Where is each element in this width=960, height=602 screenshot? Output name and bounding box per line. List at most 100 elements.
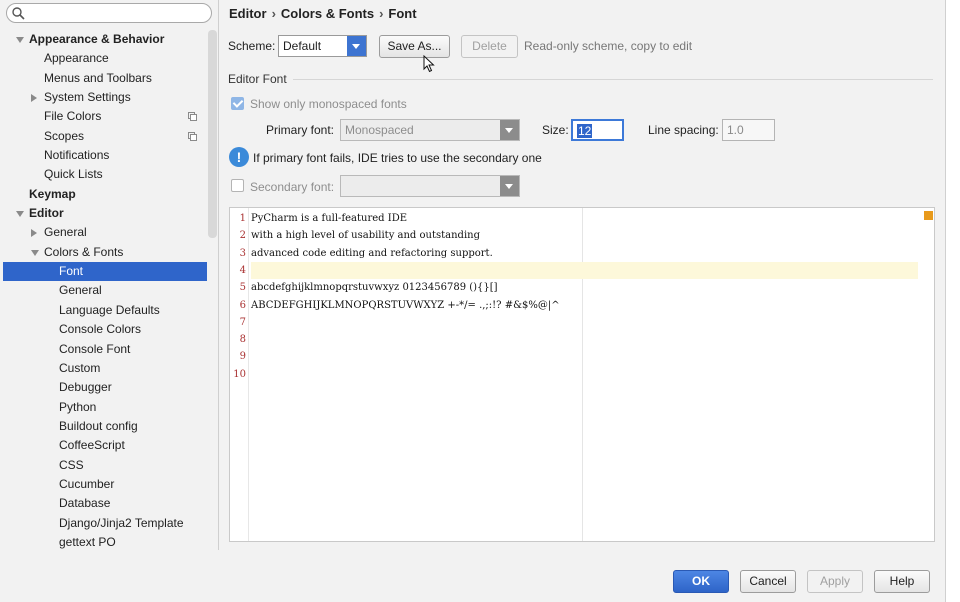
chevron-down-icon xyxy=(500,120,519,140)
sidebar-item[interactable]: Debugger xyxy=(0,378,207,397)
line-number: 9 xyxy=(239,351,246,363)
sidebar-item-label: Cucumber xyxy=(59,476,115,491)
breadcrumb-separator: › xyxy=(271,6,276,21)
settings-tree[interactable]: Appearance & Behavior Appearance Menus and… xyxy=(0,30,207,552)
apply-button[interactable]: Apply xyxy=(807,570,863,593)
info-text: If primary font fails, IDE tries to use … xyxy=(253,151,542,165)
sidebar-item[interactable]: Cucumber xyxy=(0,475,207,494)
breadcrumb-separator: › xyxy=(379,6,384,21)
code-line[interactable]: with a high level of usability and outst… xyxy=(251,227,918,244)
delete-button[interactable]: Delete xyxy=(461,35,518,58)
sidebar-item[interactable]: Console Colors xyxy=(0,320,207,339)
sidebar-item[interactable]: Database xyxy=(0,494,207,513)
chevron-down-icon xyxy=(347,36,366,56)
code-line[interactable]: PyCharm is a full-featured IDE xyxy=(251,210,918,227)
sidebar-item-label: Custom xyxy=(59,360,101,375)
sidebar-item[interactable]: Menus and Toolbars xyxy=(0,69,207,88)
sidebar-item[interactable]: Editor xyxy=(0,204,207,223)
sidebar-item[interactable]: Python xyxy=(0,398,207,417)
sidebar-item-label: CoffeeScript xyxy=(59,438,125,453)
breadcrumb-colors-fonts: Colors & Fonts xyxy=(280,6,375,21)
code-line[interactable] xyxy=(251,366,918,383)
mouse-pointer-icon xyxy=(423,55,435,73)
sidebar-item[interactable]: Scopes xyxy=(0,127,207,146)
line-spacing-label: Line spacing: xyxy=(648,123,719,137)
line-number: 2 xyxy=(239,230,246,242)
scheme-hint: Read-only scheme, copy to edit xyxy=(524,39,693,53)
help-button[interactable]: Help xyxy=(874,570,930,593)
sidebar-scrollbar[interactable] xyxy=(208,30,217,238)
font-preview-editor[interactable]: 1 2 3 4 5 6 7 8 9 10 PyCharm is a full-featured I… xyxy=(229,207,935,542)
project-scope-icon xyxy=(188,131,197,141)
sidebar-item[interactable]: Font xyxy=(3,262,207,282)
code-line[interactable] xyxy=(251,348,918,365)
sidebar-item[interactable]: Buildout config xyxy=(0,417,207,436)
sidebar-item-label: Python xyxy=(59,399,97,414)
code-line[interactable]: abcdefghijklmnopqrstuvwxyz 0123456789 ()… xyxy=(251,279,918,296)
expand-down-icon[interactable] xyxy=(31,249,39,256)
breadcrumb: Editor › Colors & Fonts › Font xyxy=(229,6,417,21)
sidebar-item[interactable]: CSS xyxy=(0,456,207,475)
sidebar-item[interactable]: Custom xyxy=(0,359,207,378)
sidebar-item-label: Console Font xyxy=(59,341,131,356)
expand-down-icon[interactable] xyxy=(16,37,24,43)
line-number: 8 xyxy=(239,334,246,346)
sidebar-item[interactable]: Language Defaults xyxy=(0,301,207,320)
sidebar-item[interactable]: General xyxy=(0,223,207,242)
sidebar-item[interactable]: System Settings xyxy=(0,88,207,107)
line-spacing-input[interactable]: 1.0 xyxy=(722,119,775,141)
dialog-button-bar: OK Cancel Apply Help xyxy=(0,550,945,602)
line-number: 1 xyxy=(239,213,246,224)
project-scope-icon xyxy=(188,112,197,122)
sidebar-item[interactable]: Colors & Fonts xyxy=(0,243,207,262)
primary-font-select[interactable]: Monospaced xyxy=(340,119,520,141)
size-value: 12 xyxy=(577,124,593,138)
secondary-font-checkbox[interactable] xyxy=(231,179,244,192)
size-input[interactable]: 12 xyxy=(571,119,624,141)
sidebar-item-label: Scopes xyxy=(44,128,85,143)
code-line[interactable]: ABCDEFGHIJKLMNOPQRSTUVWXYZ +-*/= .,;:!? … xyxy=(251,297,918,314)
sidebar-item[interactable]: Keymap xyxy=(0,185,207,204)
sidebar-item-label: General xyxy=(59,283,102,298)
sidebar-item[interactable]: Django/Jinja2 Template xyxy=(0,514,207,533)
sidebar-item-label: Buildout config xyxy=(59,418,138,433)
cancel-button[interactable]: Cancel xyxy=(740,570,796,593)
sidebar-item[interactable]: Notifications xyxy=(0,146,207,165)
secondary-font-label: Secondary font: xyxy=(250,180,335,194)
sidebar-item[interactable]: CoffeeScript xyxy=(0,436,207,455)
line-number-gutter: 1 2 3 4 5 6 7 8 9 10 xyxy=(230,208,249,541)
inspection-marker-icon[interactable] xyxy=(924,211,933,220)
ok-button[interactable]: OK xyxy=(673,570,729,593)
expand-down-icon[interactable] xyxy=(16,211,24,218)
sidebar-item-label: Django/Jinja2 Template xyxy=(59,515,184,530)
search-icon xyxy=(12,7,25,20)
scheme-select[interactable]: Default xyxy=(278,35,367,57)
code-line[interactable] xyxy=(251,331,918,348)
code-line[interactable] xyxy=(251,261,918,280)
sidebar-item-label: File Colors xyxy=(44,109,102,124)
line-spacing-value: 1.0 xyxy=(727,123,744,137)
breadcrumb-editor: Editor xyxy=(229,6,267,21)
sidebar-item-label: Editor xyxy=(29,206,64,221)
sidebar-item-label: Debugger xyxy=(59,380,112,395)
expand-right-icon[interactable] xyxy=(31,94,37,103)
sidebar-item[interactable]: File Colors xyxy=(0,107,207,126)
secondary-font-select[interactable] xyxy=(340,175,520,197)
line-number: 7 xyxy=(239,316,246,328)
sidebar-item[interactable]: Appearance & Behavior xyxy=(0,30,207,49)
sidebar-item[interactable]: Quick Lists xyxy=(0,165,207,184)
sidebar-item-label: Quick Lists xyxy=(44,167,103,182)
breadcrumb-font: Font xyxy=(388,6,417,21)
info-icon: ! xyxy=(229,147,249,167)
save-as-button[interactable]: Save As... xyxy=(379,35,450,58)
settings-sidebar: Appearance & Behavior Appearance Menus and… xyxy=(0,0,219,550)
sidebar-item[interactable]: Appearance xyxy=(0,49,207,68)
show-monospaced-checkbox[interactable] xyxy=(231,97,244,110)
code-line[interactable] xyxy=(251,314,918,331)
sidebar-item[interactable]: General xyxy=(0,281,207,300)
sidebar-item-label: Menus and Toolbars xyxy=(44,70,152,85)
code-line[interactable]: advanced code editing and refactoring su… xyxy=(251,245,918,262)
sidebar-item[interactable]: Console Font xyxy=(0,340,207,359)
settings-search-input[interactable] xyxy=(6,3,212,23)
expand-right-icon[interactable] xyxy=(31,229,37,238)
